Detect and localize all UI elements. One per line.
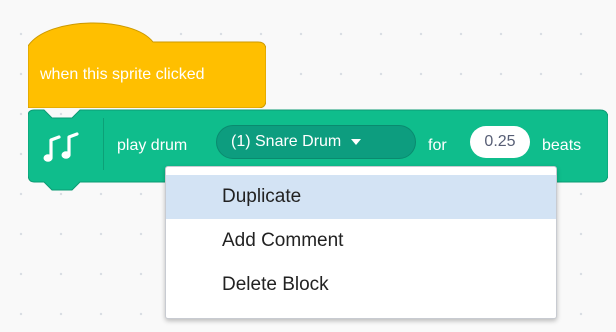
when-sprite-clicked-block[interactable]: when this sprite clicked [28, 16, 266, 108]
drum-dropdown[interactable]: (1) Snare Drum [216, 125, 416, 159]
menu-item-delete-block[interactable]: Delete Block [166, 263, 556, 307]
for-text: for [428, 137, 447, 154]
code-workspace[interactable]: when this sprite clicked play drum (1) S… [0, 0, 616, 332]
menu-item-add-comment[interactable]: Add Comment [166, 219, 556, 263]
block-icon-separator [103, 118, 104, 170]
beats-input[interactable]: 0.25 [470, 126, 530, 158]
menu-item-label: Duplicate [222, 186, 302, 207]
play-drum-text: play drum [117, 137, 188, 154]
menu-item-duplicate[interactable]: Duplicate [166, 175, 556, 219]
menu-item-label: Delete Block [222, 274, 329, 295]
menu-item-label: Add Comment [222, 230, 344, 251]
beats-input-value: 0.25 [484, 133, 516, 150]
context-menu: Duplicate Add Comment Delete Block [165, 166, 557, 319]
drum-dropdown-value: (1) Snare Drum [231, 133, 342, 150]
hat-block-shape [28, 22, 266, 108]
chevron-down-icon [351, 139, 362, 145]
hat-block-label: when this sprite clicked [40, 66, 205, 83]
beats-text: beats [542, 137, 582, 154]
music-notes-icon [43, 132, 79, 162]
